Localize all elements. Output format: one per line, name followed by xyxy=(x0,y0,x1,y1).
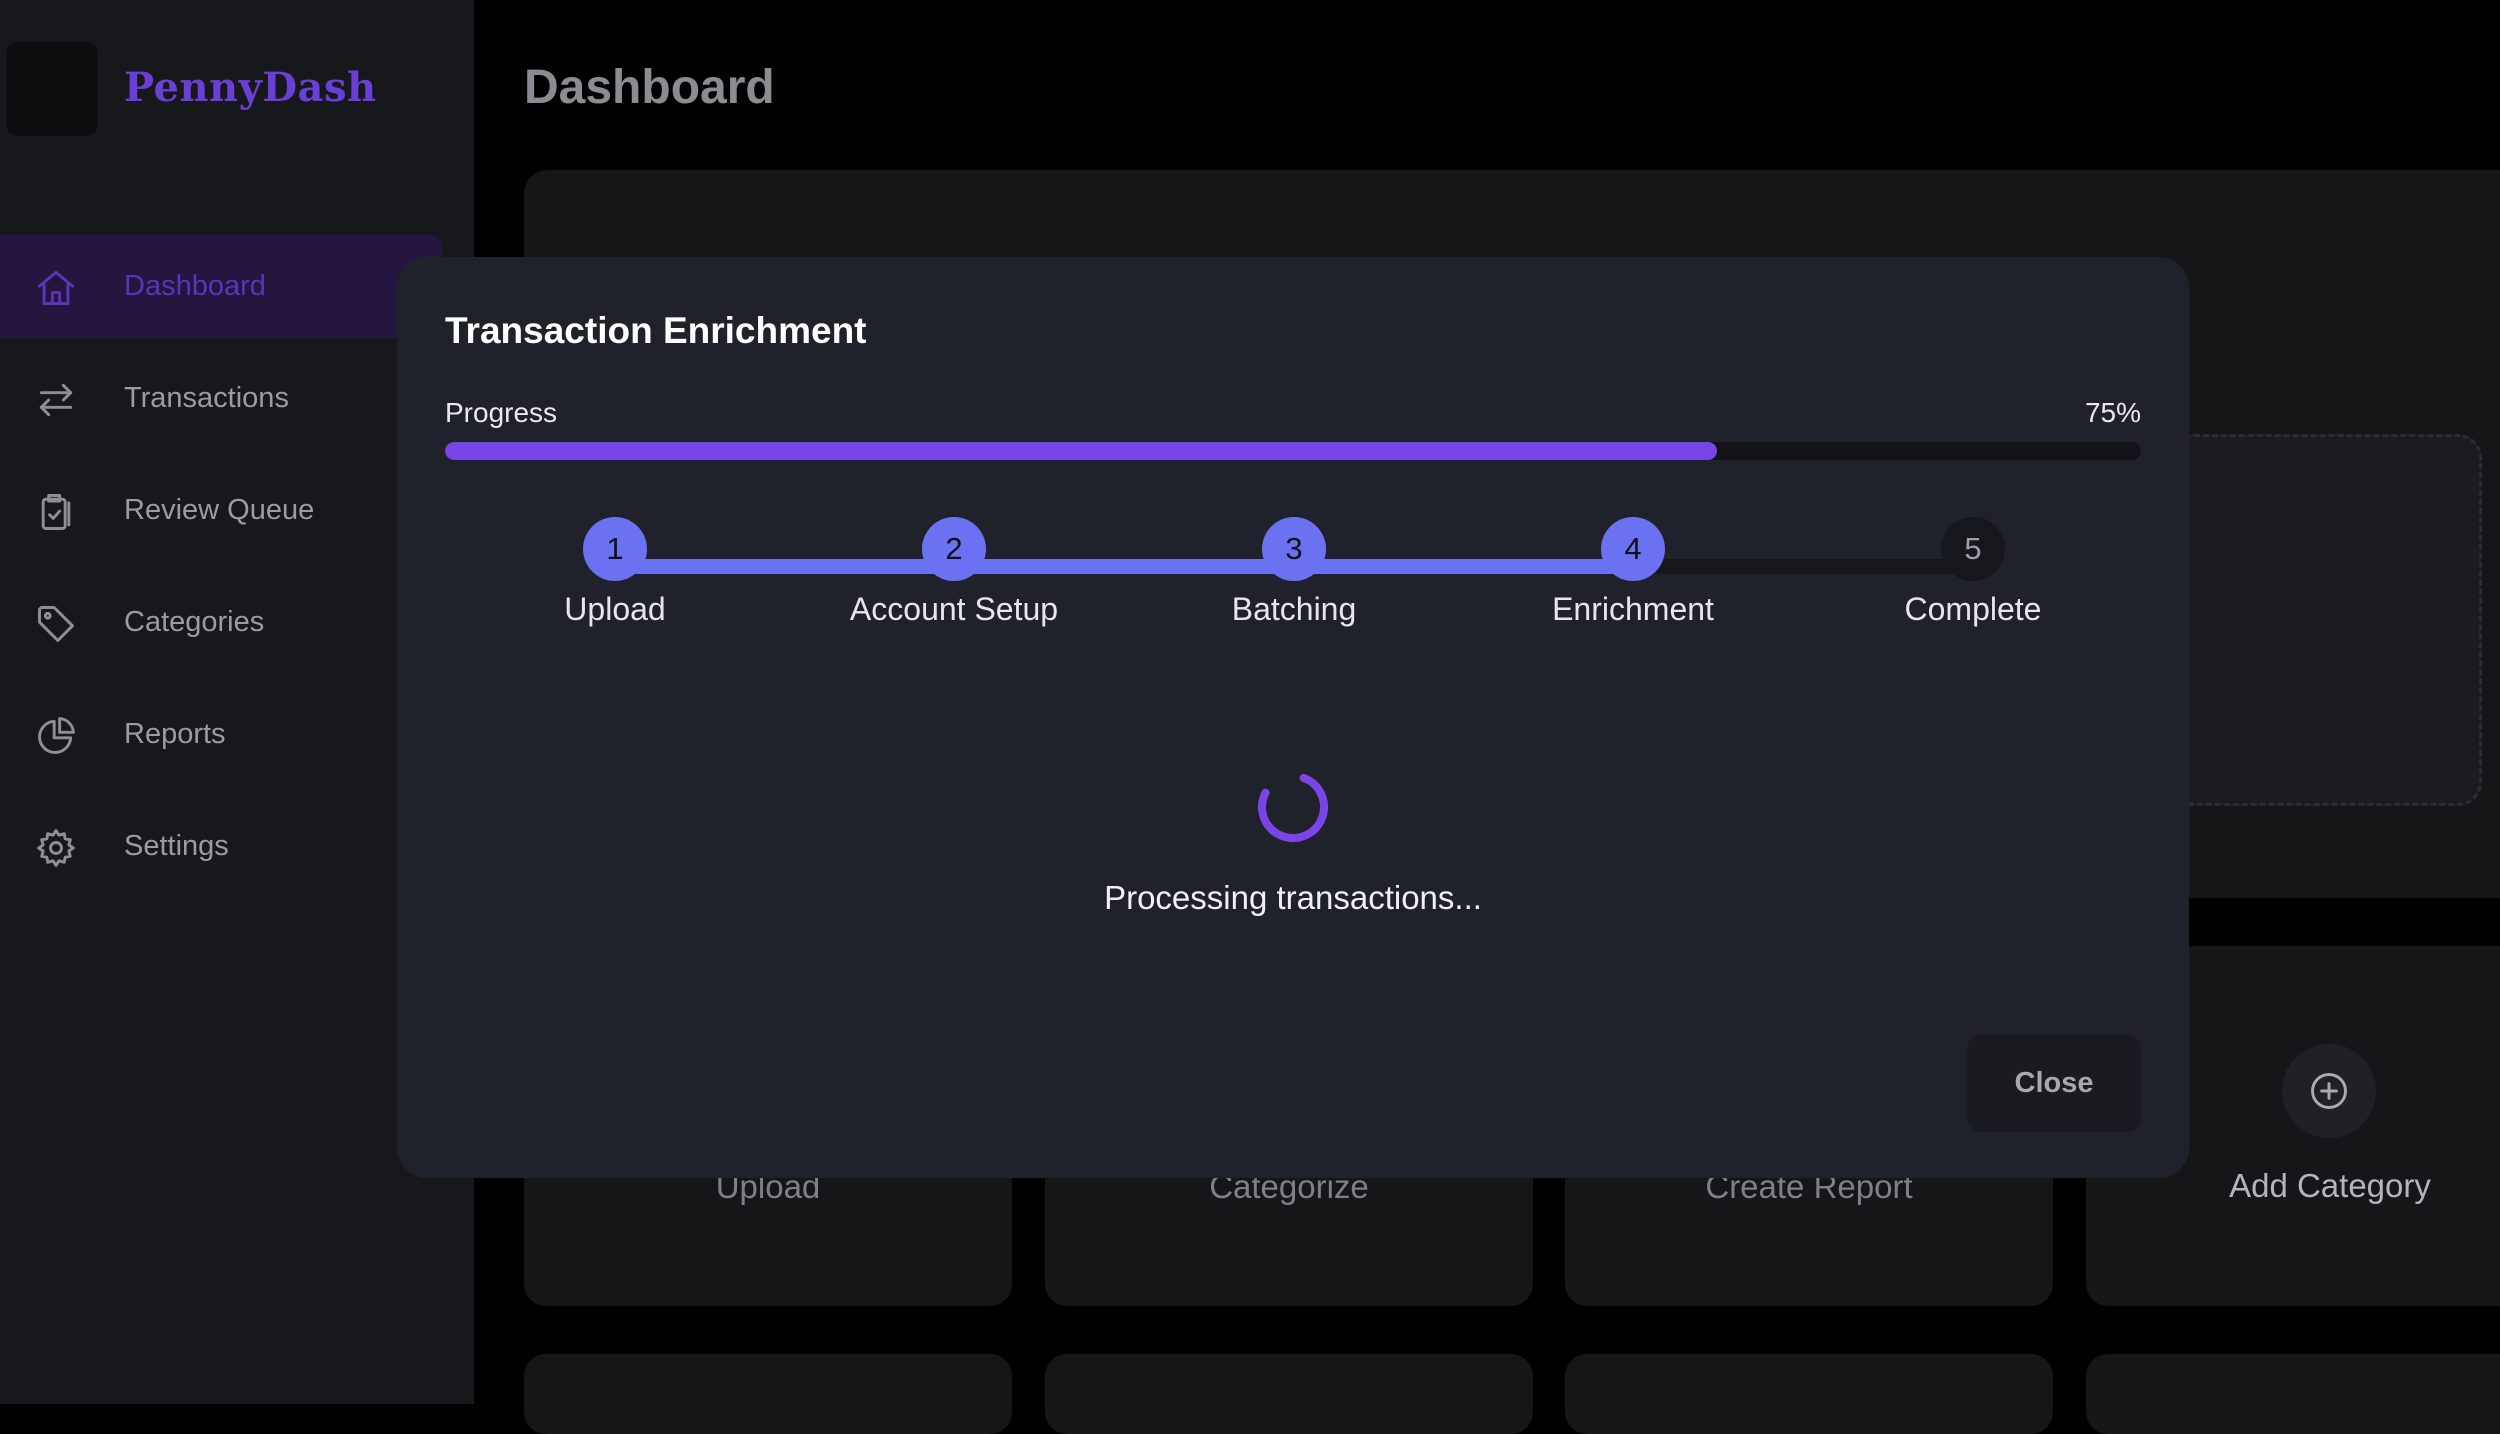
step-number: 3 xyxy=(1262,517,1326,581)
sidebar-item-categories[interactable]: Categories xyxy=(0,570,442,674)
sidebar-item-dashboard[interactable]: Dashboard xyxy=(0,234,442,338)
summary-card xyxy=(1565,1354,2053,1434)
sidebar-item-label: Settings xyxy=(124,829,229,862)
step-batching: 3 Batching xyxy=(1144,517,1444,628)
sidebar-item-transactions[interactable]: Transactions xyxy=(0,346,442,450)
pie-chart-icon xyxy=(34,714,78,758)
sidebar-item-settings[interactable]: Settings xyxy=(0,794,442,898)
sidebar-item-label: Review Queue xyxy=(124,493,315,526)
upload-drop-zone[interactable] xyxy=(2170,434,2482,806)
step-number: 1 xyxy=(583,517,647,581)
sidebar-item-label: Categories xyxy=(124,605,265,638)
step-indicator: 1 Upload 2 Account Setup 3 Batching 4 En… xyxy=(397,517,2189,647)
summary-card xyxy=(1045,1354,1533,1434)
step-label: Complete xyxy=(1904,591,2042,627)
step-number: 4 xyxy=(1601,517,1665,581)
step-account-setup: 2 Account Setup xyxy=(804,517,1104,628)
step-label: Account Setup xyxy=(849,591,1059,627)
progress-bar xyxy=(445,442,2141,460)
home-icon xyxy=(34,266,78,310)
gear-icon xyxy=(34,826,78,870)
arrows-swap-icon xyxy=(34,378,78,422)
brand-name: PennyDash xyxy=(124,64,377,111)
progress-label: Progress xyxy=(445,397,558,428)
progress-bar-fill xyxy=(445,442,1717,460)
enrichment-modal: Transaction Enrichment Progress 75% 1 Up… xyxy=(397,257,2189,1178)
loading-spinner-icon xyxy=(1258,772,1328,842)
summary-card xyxy=(524,1354,1012,1434)
progress-percent: 75% xyxy=(2084,397,2141,428)
tag-icon xyxy=(34,602,78,646)
modal-title: Transaction Enrichment xyxy=(445,310,867,351)
step-number: 5 xyxy=(1941,517,2005,581)
step-label: Enrichment xyxy=(1552,591,1714,627)
plus-circle-icon[interactable] xyxy=(2282,1044,2376,1138)
step-complete: 5 Complete xyxy=(1823,517,2123,628)
step-label: Batching xyxy=(1231,591,1357,627)
step-label: Upload xyxy=(564,591,666,627)
step-upload: 1 Upload xyxy=(465,517,765,628)
sidebar-item-label: Dashboard xyxy=(124,269,266,302)
sidebar-item-label: Transactions xyxy=(124,381,289,414)
status-message: Processing transactions... xyxy=(1104,879,1482,916)
sidebar-item-review-queue[interactable]: Review Queue xyxy=(0,458,442,562)
page-title: Dashboard xyxy=(524,61,775,114)
clipboard-check-icon xyxy=(34,490,78,534)
summary-card xyxy=(2086,1354,2500,1434)
step-enrichment: 4 Enrichment xyxy=(1483,517,1783,628)
close-button[interactable]: Close xyxy=(1967,1034,2141,1132)
step-number: 2 xyxy=(922,517,986,581)
sidebar-item-label: Reports xyxy=(124,717,226,750)
sidebar-item-reports[interactable]: Reports xyxy=(0,682,442,786)
app-logo[interactable] xyxy=(6,42,98,136)
